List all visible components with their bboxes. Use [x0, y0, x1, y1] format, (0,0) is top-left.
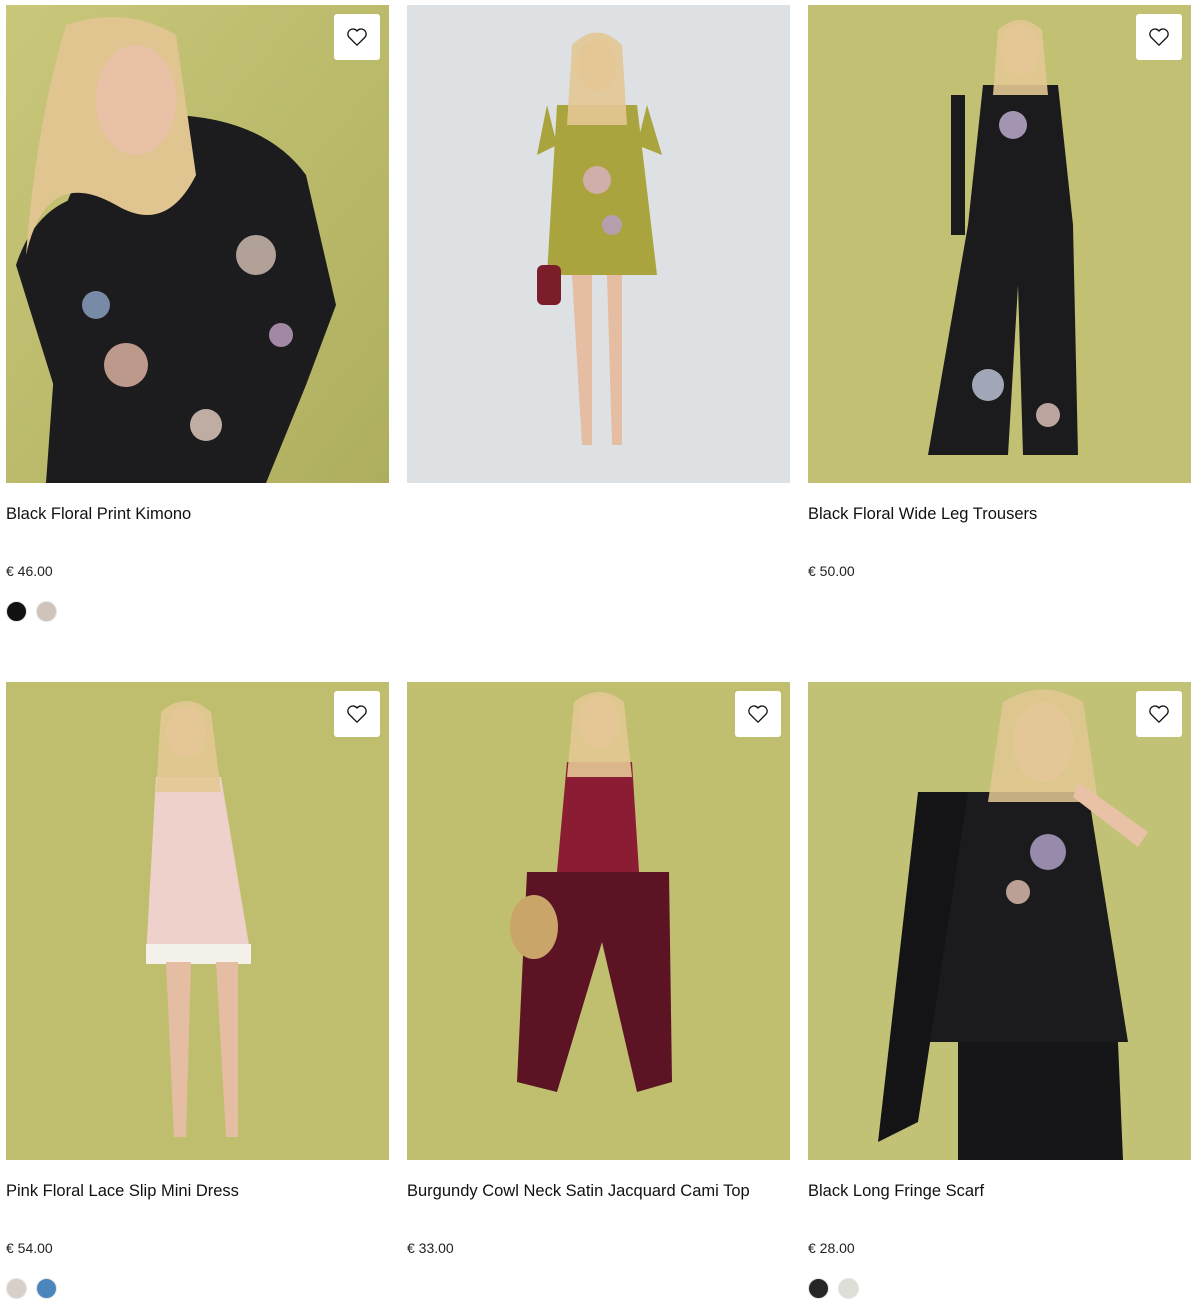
color-swatch-black[interactable] [6, 601, 27, 622]
product-image[interactable] [808, 682, 1191, 1160]
product-image[interactable] [407, 5, 790, 483]
color-swatch-beige[interactable] [6, 1278, 27, 1299]
heart-icon [347, 28, 367, 46]
color-swatch-black[interactable] [808, 1278, 829, 1299]
product-name[interactable]: Black Long Fringe Scarf [808, 1181, 984, 1201]
product-image[interactable] [407, 682, 790, 1160]
product-photo [808, 682, 1191, 1160]
product-name[interactable]: Pink Floral Lace Slip Mini Dress [6, 1181, 239, 1201]
product-photo [6, 682, 389, 1160]
product-grid: Black Floral Print Kimono € 46.00 Black … [0, 0, 1200, 1305]
color-swatch-cream[interactable] [838, 1278, 859, 1299]
product-name[interactable]: Burgundy Cowl Neck Satin Jacquard Cami T… [407, 1181, 750, 1201]
product-price: € 28.00 [808, 1240, 855, 1256]
color-swatch-beige[interactable] [36, 601, 57, 622]
product-photo [808, 5, 1191, 483]
heart-icon [1149, 28, 1169, 46]
heart-icon [1149, 705, 1169, 723]
color-swatches [6, 601, 57, 622]
color-swatches [6, 1278, 57, 1299]
product-price: € 50.00 [808, 563, 855, 579]
product-image[interactable] [6, 5, 389, 483]
product-photo [407, 682, 790, 1160]
product-price: € 33.00 [407, 1240, 454, 1256]
add-to-wishlist-button[interactable] [1136, 14, 1182, 60]
product-photo [407, 5, 790, 483]
add-to-wishlist-button[interactable] [735, 691, 781, 737]
product-photo [6, 5, 389, 483]
add-to-wishlist-button[interactable] [334, 691, 380, 737]
heart-icon [748, 705, 768, 723]
add-to-wishlist-button[interactable] [334, 14, 380, 60]
product-name[interactable]: Black Floral Wide Leg Trousers [808, 504, 1037, 524]
add-to-wishlist-button[interactable] [1136, 691, 1182, 737]
product-image[interactable] [6, 682, 389, 1160]
color-swatches [808, 1278, 859, 1299]
product-price: € 54.00 [6, 1240, 53, 1256]
product-name[interactable]: Black Floral Print Kimono [6, 504, 191, 524]
product-price: € 46.00 [6, 563, 53, 579]
heart-icon [347, 705, 367, 723]
product-image[interactable] [808, 5, 1191, 483]
color-swatch-blue[interactable] [36, 1278, 57, 1299]
